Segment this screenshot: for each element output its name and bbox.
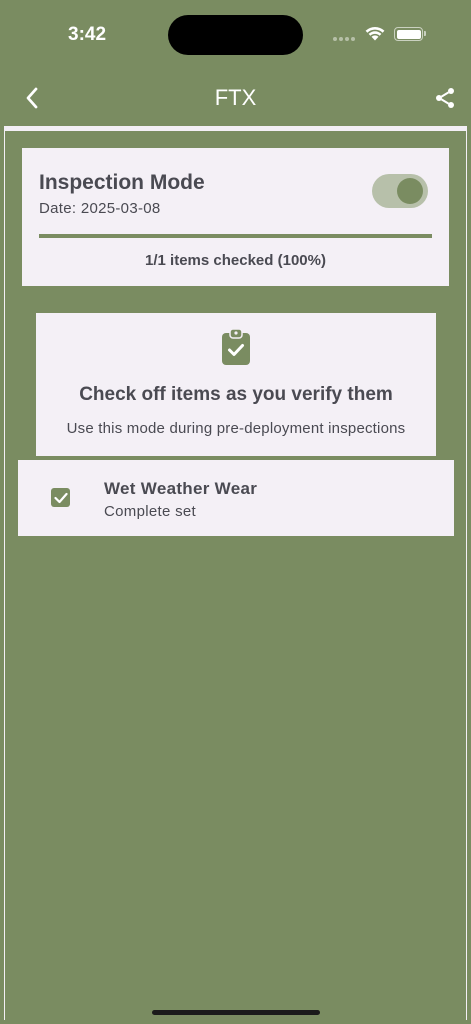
home-indicator (152, 1010, 320, 1015)
share-button[interactable] (430, 84, 460, 112)
item-checkbox[interactable] (51, 488, 70, 507)
inspection-date: Date: 2025-03-08 (39, 200, 161, 217)
page-title: FTX (214, 85, 257, 110)
status-time: 3:42 (68, 24, 107, 45)
nav-bar: FTX (0, 70, 471, 126)
inspection-mode-card: Inspection Mode Date: 2025-03-08 1/1 ite… (22, 148, 449, 286)
battery-icon (394, 27, 426, 41)
item-description: Complete set (104, 503, 196, 520)
info-heading: Check off items as you verify them (79, 384, 393, 405)
inspection-title: Inspection Mode (39, 171, 205, 194)
wifi-icon (364, 25, 386, 46)
info-card: Check off items as you verify them Use t… (36, 313, 436, 456)
info-subtext: Use this mode during pre-deployment insp… (66, 420, 406, 437)
inspection-mode-toggle[interactable] (372, 174, 428, 208)
item-name: Wet Weather Wear (104, 479, 258, 498)
main-content[interactable]: Inspection Mode Date: 2025-03-08 1/1 ite… (4, 126, 467, 1020)
share-icon (436, 88, 454, 108)
clipboard-check-icon (222, 328, 250, 370)
checkmark-icon (53, 492, 68, 503)
list-item[interactable]: Wet Weather Wear Complete set (18, 460, 454, 536)
progress-text: 1/1 items checked (100%) (145, 252, 326, 269)
dynamic-island (168, 15, 303, 55)
cellular-signal-icon (333, 37, 355, 41)
progress-bar (39, 234, 432, 238)
status-bar: 3:42 (0, 0, 471, 70)
